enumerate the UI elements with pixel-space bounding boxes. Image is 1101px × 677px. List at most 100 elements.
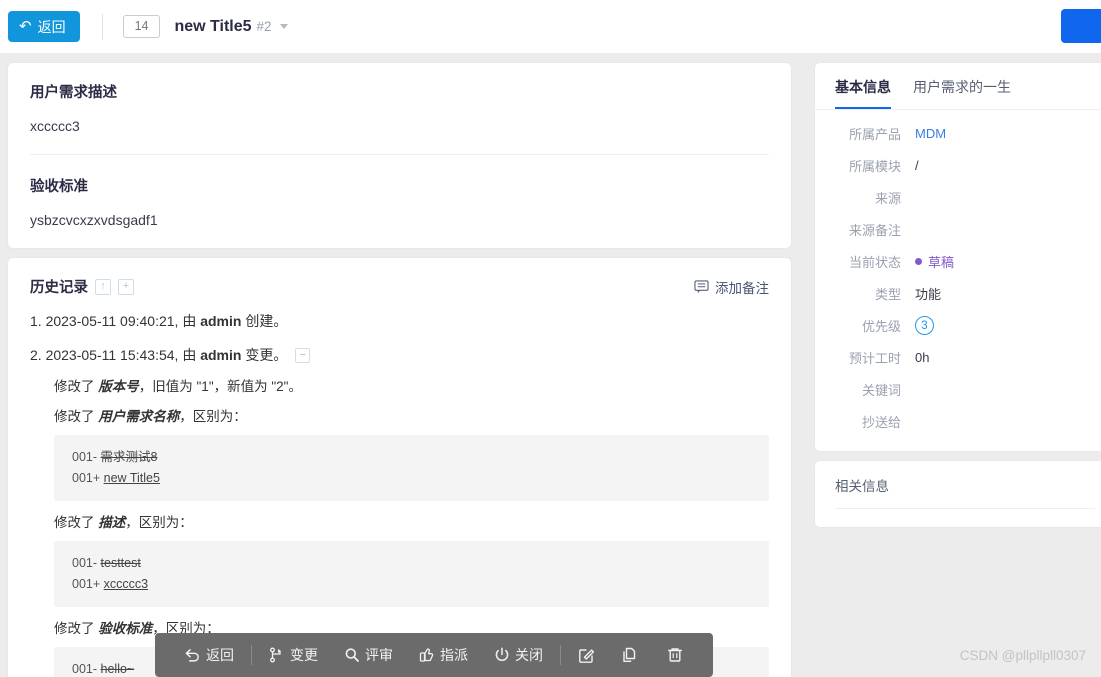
history-entry-timestamp: 2023-05-11 09:40:21 [45, 313, 175, 329]
change-line: 修改了 用户需求名称，区别为： [54, 405, 769, 425]
history-entry-actor: admin [200, 313, 242, 329]
back-button-top-label: 返回 [37, 18, 66, 35]
history-entry-action: 创建。 [245, 313, 288, 329]
description-card: 用户需求描述 xccccc3 验收标准 ysbzcvcxzxvdsgadf1 [8, 63, 791, 248]
chevron-down-icon[interactable] [279, 24, 288, 29]
field-label: 当前状态 [848, 255, 901, 270]
back-button-top[interactable]: ↶ 返回 [8, 11, 80, 42]
field-row-keywords: 关键词 [823, 380, 1097, 399]
branch-icon [269, 647, 285, 663]
change-suffix: ，区别为： [125, 515, 193, 530]
page-root: ↶ 返回 14 new Title5 #2 用户需求描述 xccccc3 验收标… [0, 0, 1101, 677]
page-title-suffix: #2 [256, 18, 272, 34]
change-field: 描述 [98, 515, 126, 530]
change-prefix: 修改了 [54, 621, 95, 636]
history-title: 历史记录 [30, 280, 88, 296]
field-label: 所属产品 [848, 127, 901, 142]
toolbar-assign-label: 指派 [440, 647, 468, 663]
arrow-up-icon[interactable]: ↑ [95, 278, 111, 295]
field-row-priority: 优先级 3 [823, 316, 1097, 335]
priority-badge: 3 [915, 316, 934, 335]
toolbar-back-button[interactable]: 返回 [171, 645, 247, 665]
history-entry-by-prefix: 由 [182, 347, 197, 363]
diff-line-number: 001- [72, 556, 98, 570]
diff-removed-text: testtest [100, 556, 141, 570]
change-line: 修改了 版本号，旧值为 "1"，新值为 "2"。 [54, 375, 769, 395]
diff-line-number: 001- [72, 450, 98, 464]
left-column: 用户需求描述 xccccc3 验收标准 ysbzcvcxzxvdsgadf1 历… [8, 63, 791, 677]
watermark: CSDN @pllpllpll0307 [959, 648, 1086, 663]
diff-line-number: 001+ [72, 577, 101, 591]
toolbar-close-button[interactable]: 关闭 [481, 645, 556, 665]
field-row-source-note: 来源备注 [823, 220, 1097, 239]
field-label: 类型 [874, 287, 901, 302]
add-note-button[interactable]: 添加备注 [694, 277, 769, 297]
field-label: 预计工时 [848, 351, 901, 366]
hand-share-icon [419, 647, 435, 663]
description-section-value: xccccc3 [30, 118, 80, 134]
info-fields: 所属产品 MDM 所属模块 / 来源 来源备注 当前状态 草稿 类型 功能 优先… [815, 110, 1101, 451]
plus-icon[interactable]: + [118, 278, 134, 295]
toolbar-edit-button[interactable] [565, 646, 609, 664]
toolbar-change-button[interactable]: 变更 [256, 645, 331, 665]
back-arrow-icon [184, 647, 201, 663]
status-badge-label: 草稿 [928, 255, 955, 270]
history-entry-index: 2. [30, 347, 42, 363]
field-row-source: 来源 [823, 188, 1097, 207]
change-field: 验收标准 [98, 621, 153, 636]
edit-icon [578, 646, 596, 664]
field-value-product[interactable]: MDM [915, 126, 946, 141]
power-icon [494, 647, 510, 663]
page-title: new Title5 #2 [174, 18, 288, 36]
toolbar-assign-button[interactable]: 指派 [406, 645, 481, 665]
toolbar-divider [251, 645, 252, 665]
related-info-title: 相关信息 [835, 475, 1095, 509]
diff-removed-text: 需求测试8 [100, 450, 158, 464]
toolbar-review-button[interactable]: 评审 [331, 645, 406, 665]
field-value-priority-wrap: 3 [915, 316, 934, 335]
field-row-type: 类型 功能 [823, 284, 1097, 303]
toolbar-review-label: 评审 [365, 647, 393, 663]
tab-basic-info[interactable]: 基本信息 [835, 77, 891, 109]
id-badge: 14 [122, 15, 161, 38]
history-entry-index: 1. [30, 313, 42, 329]
field-label: 来源备注 [848, 223, 901, 238]
toolbar-delete-button[interactable] [653, 646, 697, 664]
field-label: 抄送给 [861, 415, 901, 430]
info-tabs: 基本信息 用户需求的一生 [815, 63, 1101, 110]
history-header: 历史记录 ↑ + [30, 276, 769, 297]
change-line: 修改了 描述，区别为： [54, 511, 769, 531]
change-prefix: 修改了 [54, 379, 95, 394]
status-badge: 草稿 [915, 252, 954, 271]
tab-requirement-lifecycle[interactable]: 用户需求的一生 [913, 77, 1011, 109]
history-entry-by-prefix: 由 [182, 313, 197, 329]
info-card: 基本信息 用户需求的一生 所属产品 MDM 所属模块 / 来源 来源备注 当前状… [815, 63, 1101, 451]
change-field: 用户需求名称 [98, 409, 180, 424]
toolbar-copy-button[interactable] [609, 646, 653, 664]
body-area: 用户需求描述 xccccc3 验收标准 ysbzcvcxzxvdsgadf1 历… [0, 53, 1101, 677]
toolbar-change-label: 变更 [290, 647, 318, 663]
diff-removed-text: hello~ [100, 662, 135, 676]
diff-line-number: 001- [72, 662, 98, 676]
diff-row-added: 001+ new Title5 [72, 468, 769, 489]
field-row-module: 所属模块 / [823, 156, 1097, 175]
trash-icon [666, 646, 684, 664]
change-field: 版本号 [98, 379, 139, 394]
diff-added-text: xccccc3 [103, 577, 149, 591]
header-action-button[interactable] [1061, 9, 1101, 43]
change-prefix: 修改了 [54, 409, 95, 424]
diff-block: 001- 需求测试8 001+ new Title5 [54, 435, 769, 501]
change-prefix: 修改了 [54, 515, 95, 530]
section-divider [30, 154, 769, 155]
history-entry: 1. 2023-05-11 09:40:21, 由 admin 创建。 [30, 313, 288, 329]
change-suffix: ，区别为： [179, 409, 247, 424]
description-section-title: 用户需求描述 [30, 85, 117, 101]
history-card: 历史记录 ↑ + 添加备注 1. 2023-05-11 09:40:21 , 由… [8, 258, 791, 677]
field-label: 所属模块 [848, 159, 901, 174]
history-entry-timestamp: 2023-05-11 15:43:54 [45, 347, 175, 363]
change-suffix: ，旧值为 "1"，新值为 "2"。 [138, 379, 302, 394]
minus-icon[interactable]: − [295, 347, 311, 363]
criteria-section-title: 验收标准 [30, 179, 88, 195]
back-arrow-icon: ↶ [19, 18, 32, 35]
toolbar-close-label: 关闭 [515, 647, 543, 663]
